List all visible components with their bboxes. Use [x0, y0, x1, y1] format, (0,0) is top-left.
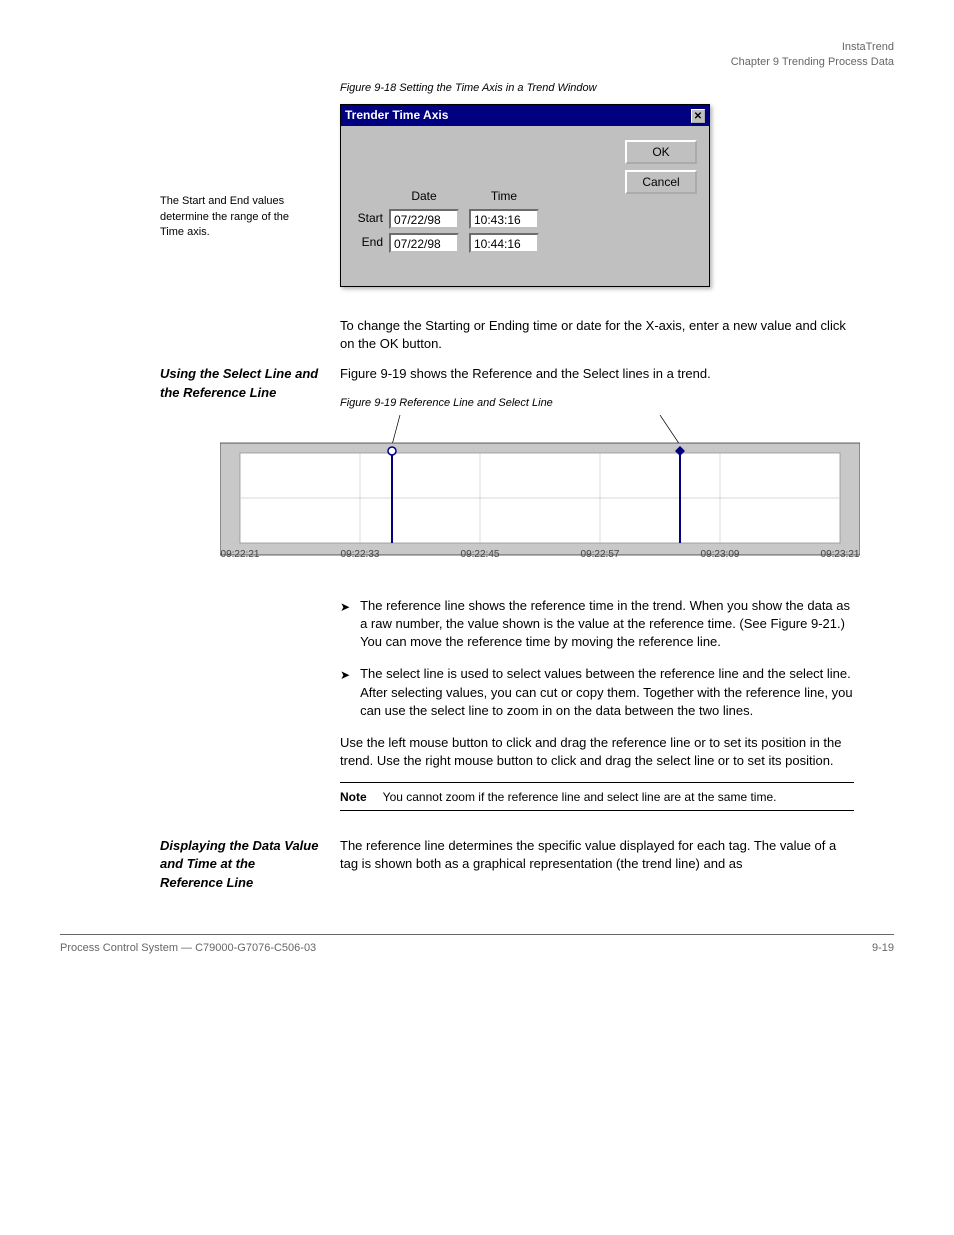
note-label: Note [340, 789, 367, 806]
dialog-title: Trender Time Axis [345, 107, 448, 124]
dialog-titlebar: Trender Time Axis ✕ [341, 105, 709, 126]
trender-time-axis-dialog: Trender Time Axis ✕ OK Cancel Date Time … [340, 104, 710, 287]
bullet-arrow-icon: ➤ [340, 667, 350, 720]
reference-select-chart: Reference Line Select Line 09:22:21 09:2… [220, 415, 860, 585]
bullet-arrow-icon: ➤ [340, 599, 350, 652]
note-text: You cannot zoom if the reference line an… [383, 789, 777, 806]
xtick-2: 09:22:45 [461, 549, 500, 560]
post-dialog-paragraph: To change the Starting or Ending time or… [340, 317, 854, 353]
page-footer: Process Control System — C79000-G7076-C5… [60, 934, 894, 956]
xtick-3: 09:22:57 [581, 549, 620, 560]
bullet-1: The reference line shows the reference t… [360, 597, 854, 652]
figure-2-lead: Figure 9-19 shows the Reference and the … [340, 365, 854, 383]
header-product: InstaTrend [842, 41, 894, 53]
col-header-time: Time [469, 188, 539, 205]
close-icon[interactable]: ✕ [691, 109, 705, 123]
end-time-field[interactable]: 10:44:16 [469, 233, 539, 253]
figure-1-caption: Figure 9-18 Setting the Time Axis in a T… [340, 81, 894, 96]
mouse-usage-paragraph: Use the left mouse button to click and d… [340, 734, 854, 770]
xtick-5: 09:23:21 [821, 549, 860, 560]
side-title-select-reference: Using the Select Line and the Reference … [160, 365, 320, 401]
xtick-4: 09:23:09 [701, 549, 740, 560]
xtick-1: 09:22:33 [341, 549, 380, 560]
footer-right: 9-19 [872, 941, 894, 956]
row-label-start: Start [347, 210, 389, 227]
note-rule-top [340, 782, 854, 783]
side-callout-start-end: The Start and End values determine the r… [160, 194, 310, 240]
bullet-2: The select line is used to select values… [360, 665, 854, 720]
note-rule-bottom [340, 810, 854, 811]
cancel-button[interactable]: Cancel [625, 170, 697, 194]
side-title-data-value: Displaying the Data Value and Time at th… [160, 837, 320, 892]
tip-paragraph: The reference line determines the specif… [340, 837, 854, 873]
ok-button[interactable]: OK [625, 140, 697, 164]
col-header-date: Date [389, 188, 459, 205]
start-date-field[interactable]: 07/22/98 [389, 209, 459, 229]
header-chapter: Chapter 9 Trending Process Data [731, 56, 894, 68]
figure-2-caption: Figure 9-19 Reference Line and Select Li… [340, 396, 894, 411]
xtick-0: 09:22:21 [221, 549, 260, 560]
start-time-field[interactable]: 10:43:16 [469, 209, 539, 229]
end-date-field[interactable]: 07/22/98 [389, 233, 459, 253]
row-label-end: End [347, 234, 389, 251]
footer-left: Process Control System — C79000-G7076-C5… [60, 941, 316, 956]
